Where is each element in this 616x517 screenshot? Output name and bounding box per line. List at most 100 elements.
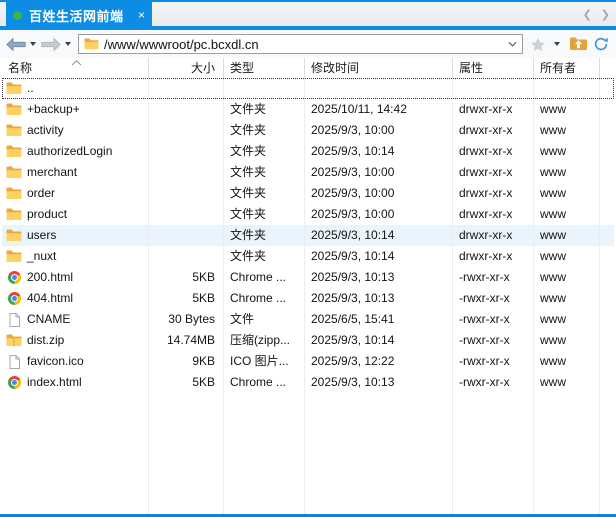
- file-permissions: -rwxr-xr-x: [453, 330, 534, 351]
- file-permissions: drwxr-xr-x: [453, 162, 534, 183]
- table-row[interactable]: merchant 文件夹 2025/9/3, 10:00 drwxr-xr-x …: [2, 162, 614, 183]
- tab-scroll-buttons: ❮ ❯: [583, 7, 610, 23]
- file-manager-window: 百姓生活网前端 × ❮ ❯ /www/wwwroot/pc.bcxdl.cn 名…: [0, 0, 616, 517]
- chrome-icon: [6, 271, 22, 285]
- table-row[interactable]: order 文件夹 2025/9/3, 10:00 drwxr-xr-x www: [2, 183, 614, 204]
- back-history-dropdown-icon[interactable]: [30, 42, 36, 46]
- chrome-icon: [6, 376, 22, 390]
- table-row[interactable]: dist.zip 14.74MB 压缩(zipp... 2025/9/3, 10…: [2, 330, 614, 351]
- table-row[interactable]: _nuxt 文件夹 2025/9/3, 10:14 drwxr-xr-x www: [2, 246, 614, 267]
- row-spacer: [600, 141, 614, 162]
- table-row[interactable]: users 文件夹 2025/9/3, 10:14 drwxr-xr-x www: [2, 225, 614, 246]
- row-spacer: [600, 330, 614, 351]
- file-name: 404.html: [27, 291, 74, 305]
- favorites-button[interactable]: [530, 37, 546, 52]
- file-modified-time: 2025/9/3, 10:13: [305, 267, 453, 288]
- row-spacer: [600, 267, 614, 288]
- column-header-spacer: [600, 58, 614, 78]
- file-modified-time: 2025/9/3, 10:14: [305, 141, 453, 162]
- row-spacer: [600, 204, 614, 225]
- file-type: 文件夹: [224, 99, 305, 120]
- file-permissions: -rwxr-xr-x: [453, 288, 534, 309]
- address-bar[interactable]: /www/wwwroot/pc.bcxdl.cn: [78, 34, 523, 54]
- file-size: [149, 99, 224, 120]
- table-row[interactable]: favicon.ico 9KB ICO 图片... 2025/9/3, 12:2…: [2, 351, 614, 372]
- folder-icon: [6, 208, 22, 222]
- table-row[interactable]: product 文件夹 2025/9/3, 10:00 drwxr-xr-x w…: [2, 204, 614, 225]
- file-name: index.html: [27, 375, 82, 389]
- file-owner: www: [534, 330, 600, 351]
- file-name: authorizedLogin: [27, 144, 113, 158]
- file-permissions: drwxr-xr-x: [453, 183, 534, 204]
- file-name: product: [27, 207, 68, 221]
- table-row[interactable]: 404.html 5KB Chrome ... 2025/9/3, 10:13 …: [2, 288, 614, 309]
- chrome-icon: [6, 292, 22, 306]
- address-folder-icon: [84, 38, 99, 50]
- file-permissions: -rwxr-xr-x: [453, 351, 534, 372]
- file-owner: www: [534, 120, 600, 141]
- file-name: dist.zip: [27, 333, 65, 347]
- table-row[interactable]: activity 文件夹 2025/9/3, 10:00 drwxr-xr-x …: [2, 120, 614, 141]
- table-row[interactable]: ..: [2, 78, 614, 99]
- forward-history-dropdown-icon[interactable]: [65, 42, 71, 46]
- column-header-type[interactable]: 类型: [224, 58, 305, 78]
- refresh-icon: [594, 37, 608, 51]
- file-size: 5KB: [149, 372, 224, 393]
- column-header-owner[interactable]: 所有者: [534, 58, 600, 78]
- file-owner: [534, 78, 600, 99]
- file-modified-time: 2025/9/3, 10:13: [305, 288, 453, 309]
- file-permissions: [453, 78, 534, 99]
- file-size: [149, 78, 224, 99]
- tab-title: 百姓生活网前端: [29, 8, 124, 24]
- address-path-input[interactable]: /www/wwwroot/pc.bcxdl.cn: [104, 37, 503, 52]
- column-header-attrs[interactable]: 属性: [453, 58, 534, 78]
- file-type: Chrome ...: [224, 372, 305, 393]
- table-row[interactable]: 200.html 5KB Chrome ... 2025/9/3, 10:13 …: [2, 267, 614, 288]
- tab-scroll-left-icon[interactable]: ❮: [583, 7, 592, 23]
- favorites-dropdown-icon[interactable]: [554, 42, 560, 46]
- table-row[interactable]: index.html 5KB Chrome ... 2025/9/3, 10:1…: [2, 372, 614, 393]
- refresh-button[interactable]: [593, 36, 609, 52]
- table-row[interactable]: CNAME 30 Bytes 文件 2025/6/5, 15:41 -rwxr-…: [2, 309, 614, 330]
- file-modified-time: 2025/6/5, 15:41: [305, 309, 453, 330]
- table-row[interactable]: +backup+ 文件夹 2025/10/11, 14:42 drwxr-xr-…: [2, 99, 614, 120]
- file-owner: www: [534, 246, 600, 267]
- file-size: [149, 225, 224, 246]
- file-size: [149, 183, 224, 204]
- table-header: 名称 大小 类型 修改时间 属性 所有者: [2, 58, 614, 78]
- file-type: Chrome ...: [224, 267, 305, 288]
- back-arrow-icon: [6, 37, 26, 51]
- file-size: 30 Bytes: [149, 309, 224, 330]
- tab-active[interactable]: 百姓生活网前端 ×: [6, 2, 152, 28]
- tab-scroll-right-icon[interactable]: ❯: [601, 7, 610, 23]
- file-size: 5KB: [149, 288, 224, 309]
- file-size: [149, 162, 224, 183]
- file-name: _nuxt: [27, 249, 57, 263]
- row-spacer: [600, 372, 614, 393]
- file-owner: www: [534, 204, 600, 225]
- address-dropdown-icon[interactable]: [508, 41, 517, 47]
- back-button[interactable]: [5, 36, 27, 53]
- empty-list-area[interactable]: [2, 393, 614, 514]
- row-spacer: [600, 288, 614, 309]
- row-spacer: [600, 351, 614, 372]
- row-spacer: [600, 162, 614, 183]
- file-owner: www: [534, 225, 600, 246]
- row-spacer: [600, 309, 614, 330]
- tab-close-icon[interactable]: ×: [138, 9, 145, 21]
- forward-button[interactable]: [40, 36, 62, 53]
- go-up-button[interactable]: [569, 37, 588, 51]
- column-header-modified[interactable]: 修改时间: [305, 58, 453, 78]
- star-icon: [530, 37, 546, 51]
- file-name: merchant: [27, 165, 78, 179]
- file-modified-time: 2025/9/3, 12:22: [305, 351, 453, 372]
- file-permissions: drwxr-xr-x: [453, 120, 534, 141]
- file-type: [224, 78, 305, 99]
- file-modified-time: 2025/9/3, 10:00: [305, 162, 453, 183]
- file-permissions: drwxr-xr-x: [453, 204, 534, 225]
- file-name: 200.html: [27, 270, 74, 284]
- file-owner: www: [534, 99, 600, 120]
- table-row[interactable]: authorizedLogin 文件夹 2025/9/3, 10:14 drwx…: [2, 141, 614, 162]
- column-header-size[interactable]: 大小: [149, 58, 224, 78]
- file-type: Chrome ...: [224, 288, 305, 309]
